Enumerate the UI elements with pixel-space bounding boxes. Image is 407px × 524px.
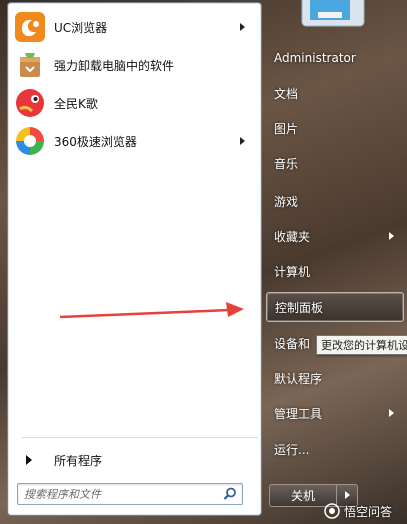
menu-item-label: 图片 — [274, 121, 299, 136]
menu-item-label: Administrator — [274, 51, 356, 65]
menu-item-label: 控制面板 — [275, 300, 324, 315]
menu-item-control-panel[interactable]: 控制面板 — [266, 292, 404, 322]
program-uc-browser[interactable]: UC浏览器 — [12, 9, 255, 45]
separator — [22, 437, 258, 438]
uc-browser-icon — [14, 11, 46, 43]
search-icon[interactable] — [222, 486, 238, 502]
menu-item-label: 默认程序 — [274, 371, 323, 386]
control-panel-tooltip: 更改您的计算机设 — [316, 335, 407, 355]
menu-item-games[interactable]: 游戏 — [266, 186, 402, 216]
annotation-arrow — [59, 302, 244, 319]
menu-item-label: 设备和 — [274, 336, 311, 351]
all-programs-button[interactable]: 所有程序 — [18, 450, 258, 470]
submenu-arrow-icon — [389, 409, 394, 417]
program-uninstaller[interactable]: 强力卸载电脑中的软件 — [12, 47, 255, 83]
uninstall-icon — [14, 49, 46, 81]
watermark: 悟空问答 — [324, 500, 404, 522]
program-360-browser[interactable]: 360极速浏览器 — [12, 123, 255, 159]
menu-item-favorites[interactable]: 收藏夹 — [266, 221, 402, 251]
menu-item-label: 运行... — [274, 442, 310, 457]
menu-item-label: 计算机 — [274, 264, 311, 279]
karaoke-icon — [14, 87, 46, 119]
menu-item-computer[interactable]: 计算机 — [266, 256, 402, 286]
menu-item-label: 收藏夹 — [274, 229, 311, 244]
all-programs-label: 所有程序 — [54, 453, 103, 468]
wukong-logo-icon — [324, 503, 340, 519]
menu-item-label: 游戏 — [274, 194, 299, 209]
menu-item-administrator[interactable]: Administrator — [266, 43, 402, 73]
menu-item-label: 音乐 — [274, 156, 299, 171]
program-label: 360极速浏览器 — [54, 134, 137, 149]
program-label: 强力卸载电脑中的软件 — [54, 58, 175, 73]
program-karaoke[interactable]: 全民K歌 — [12, 85, 255, 121]
menu-item-admin-tools[interactable]: 管理工具 — [266, 398, 402, 428]
menu-item-documents[interactable]: 文档 — [266, 78, 402, 108]
search-box[interactable] — [17, 483, 243, 505]
menu-item-default-programs[interactable]: 默认程序 — [266, 363, 402, 393]
menu-item-music[interactable]: 音乐 — [266, 148, 402, 178]
pinned-programs-pane: UC浏览器 强力卸载电脑中的软件 全民K歌 360极速浏览器 所有程序 搜索程序… — [7, 2, 262, 516]
search-input[interactable] — [22, 485, 222, 504]
submenu-arrow-icon — [240, 137, 245, 145]
menu-item-pictures[interactable]: 图片 — [266, 113, 402, 143]
program-label: 全民K歌 — [54, 96, 98, 111]
menu-item-label: 管理工具 — [274, 406, 323, 421]
user-account-picture[interactable] — [298, 0, 368, 28]
expand-arrow-icon — [26, 455, 32, 465]
360-browser-icon — [14, 125, 46, 157]
submenu-arrow-icon — [240, 23, 245, 31]
menu-item-run[interactable]: 运行... — [266, 434, 402, 464]
submenu-arrow-icon — [389, 232, 394, 240]
menu-item-label: 文档 — [274, 86, 299, 101]
program-label: UC浏览器 — [54, 20, 108, 35]
watermark-text: 悟空问答 — [344, 504, 393, 519]
